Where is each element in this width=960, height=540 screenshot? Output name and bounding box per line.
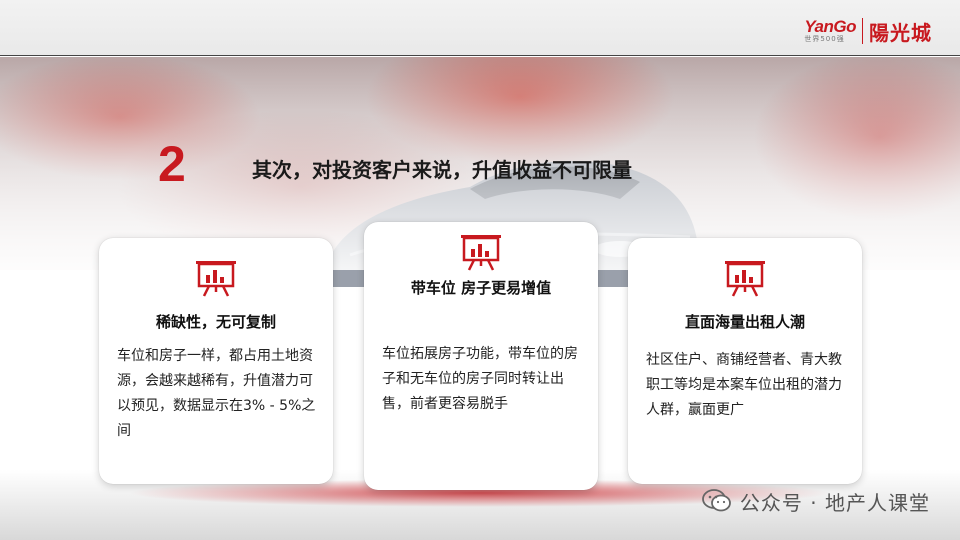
logo-chinese-name: 陽光城 [869,20,932,45]
step-number: 2 [158,136,186,192]
slide: YanGo 世界500强 陽光城 2 其次，对投资客户来说，升值收益不可限量 稀… [0,0,960,540]
presentation-board-icon [461,235,501,271]
header-bar: YanGo 世界500强 陽光城 [0,0,960,56]
card-body: 社区住户、商铺经营者、青大教职工等均是本案车位出租的潜力人群，赢面更广 [646,352,842,418]
company-logo: YanGo 世界500强 陽光城 [804,14,932,48]
logo-brand: YanGo 世界500强 [804,18,856,44]
logo-brand-name: YanGo [804,17,856,36]
presentation-board-icon [725,261,765,297]
feature-card-scarcity: 稀缺性，无可复制 车位和房子一样，都占用土地资源，会越来越稀有，升值潜力可以预见… [99,238,333,484]
logo-divider [862,18,863,44]
feature-card-rental: 直面海量出租人潮 社区住户、商铺经营者、青大教职工等均是本案车位出租的潜力人群，… [628,238,862,484]
card-title: 带车位 房子更易增值 [410,279,552,297]
wechat-icon [702,489,731,512]
headline: 其次，对投资客户来说，升值收益不可限量 [252,158,632,182]
logo-brand-subtitle: 世界500强 [804,35,845,43]
card-body: 车位拓展房子功能，带车位的房子和无车位的房子同时转让出售，前者更容易脱手 [382,346,578,412]
card-title: 稀缺性，无可复制 [155,313,276,331]
watermark: 公众号 · 地产人课堂 [702,486,930,516]
card-body: 车位和房子一样，都占用土地资源，会越来越稀有，升值潜力可以预见，数据显示在3% … [117,348,316,439]
feature-card-appreciation: 带车位 房子更易增值 车位拓展房子功能，带车位的房子和无车位的房子同时转让出售，… [364,222,598,490]
card-title: 直面海量出租人潮 [684,313,805,331]
presentation-board-icon [196,261,236,297]
watermark-text: 公众号 · 地产人课堂 [739,490,930,515]
